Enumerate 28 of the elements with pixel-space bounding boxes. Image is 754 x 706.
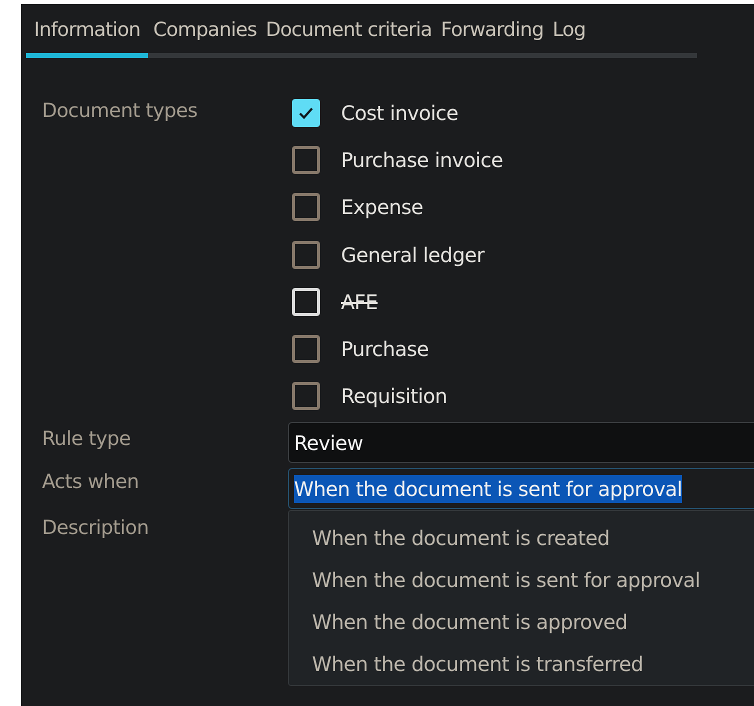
- dropdown-option[interactable]: When the document is created: [312, 517, 754, 560]
- checkbox[interactable]: [292, 146, 320, 174]
- checkbox-label[interactable]: Purchase invoice: [341, 148, 503, 172]
- tab[interactable]: Forwarding: [436, 14, 548, 58]
- checkbox-label[interactable]: Cost invoice: [341, 100, 458, 125]
- checkbox[interactable]: [292, 382, 320, 410]
- checkbox-label[interactable]: Purchase: [341, 337, 429, 362]
- field-label: Description: [42, 515, 150, 540]
- field-label: Document types: [42, 98, 198, 124]
- dropdown-option[interactable]: When the document is approved: [312, 601, 754, 644]
- tab[interactable]: Document criteria: [260, 14, 436, 58]
- checkbox[interactable]: [292, 335, 320, 364]
- tab[interactable]: Companies: [148, 14, 261, 58]
- tab[interactable]: Log: [547, 14, 590, 58]
- field-label: Rule type: [42, 426, 132, 452]
- dropdown-option[interactable]: When the document is sent for approval: [312, 559, 754, 602]
- checkbox[interactable]: [292, 98, 320, 127]
- checkbox[interactable]: [292, 193, 320, 222]
- checkbox-label[interactable]: AFE: [341, 290, 378, 314]
- tab[interactable]: Information: [26, 14, 148, 58]
- dropdown-option[interactable]: When the document is transferred: [312, 643, 754, 686]
- checkbox[interactable]: [292, 240, 320, 269]
- checkbox-label[interactable]: General ledger: [341, 242, 484, 267]
- checkbox-label[interactable]: Expense: [341, 195, 424, 220]
- select-field[interactable]: When the document is sent for approval: [288, 468, 754, 510]
- select-field[interactable]: Review: [288, 422, 754, 464]
- field-label: Acts when: [42, 469, 140, 496]
- checkbox-label[interactable]: Requisition: [341, 384, 448, 408]
